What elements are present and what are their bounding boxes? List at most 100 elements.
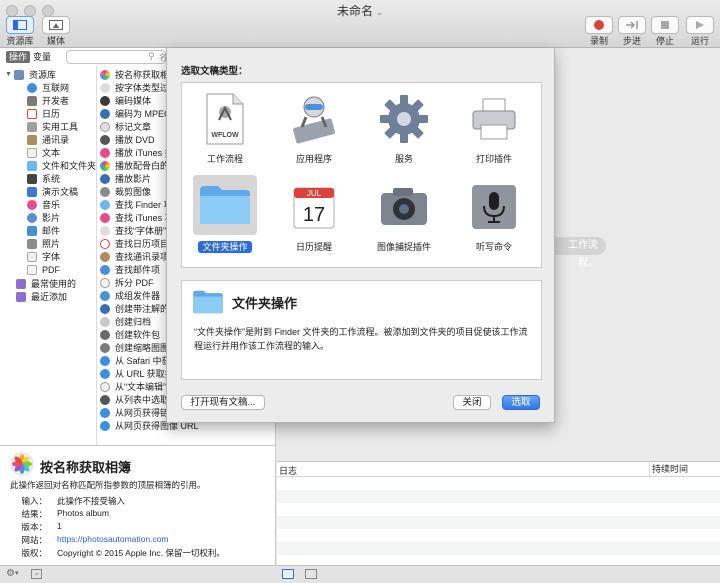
- action-description-text: 此操作返回对名称匹配所指参数的顶层相簿的引用。: [10, 480, 206, 490]
- category-item-utilities[interactable]: 实用工具: [27, 120, 78, 133]
- step-button[interactable]: [618, 16, 646, 34]
- close-button[interactable]: 关闭: [453, 395, 491, 410]
- stop-button[interactable]: [651, 16, 679, 34]
- dvd-icon: [100, 134, 110, 145]
- record-button[interactable]: [585, 16, 613, 34]
- type-folder-action[interactable]: 文件夹操作: [190, 175, 260, 263]
- system-icon: [27, 173, 37, 184]
- action-description-title: 按名称获取相簿: [40, 460, 132, 475]
- smart-group-recently-added[interactable]: 最近添加: [16, 290, 67, 303]
- category-item-pdf[interactable]: PDF: [27, 263, 60, 276]
- category-item-music[interactable]: 音乐: [27, 198, 60, 211]
- category-item-files-folders[interactable]: 文件和文件夹: [27, 159, 96, 172]
- library-root-item[interactable]: ▼ 资源库: [5, 68, 56, 81]
- type-workflow[interactable]: WFLOW 工作流程: [190, 87, 260, 175]
- library-toggle-label: 资源库: [6, 36, 34, 46]
- action-item[interactable]: 从列表中选取: [100, 393, 169, 406]
- crop-image-icon: [100, 186, 110, 197]
- category-item-presentations[interactable]: 演示文稿: [27, 185, 78, 198]
- log-column-header[interactable]: 日志: [279, 464, 297, 477]
- list-view-icon[interactable]: [282, 569, 294, 579]
- detail-title: 文件夹操作: [232, 296, 298, 311]
- action-item[interactable]: 创建归档: [100, 315, 151, 328]
- type-service[interactable]: 服务: [369, 87, 439, 175]
- split-view-icon[interactable]: [305, 569, 317, 579]
- chevron-down-icon[interactable]: ▾: [15, 569, 19, 577]
- category-item-text[interactable]: 文本: [27, 146, 60, 159]
- action-item[interactable]: 查找邮件项: [100, 263, 160, 276]
- stop-label: 停止: [655, 36, 674, 46]
- log-table: 日志 持续时间: [277, 461, 720, 565]
- category-item-fonts[interactable]: 字体: [27, 250, 60, 263]
- library-panel-icon: [13, 20, 27, 30]
- automator-robot-icon: [286, 91, 342, 147]
- category-item-movies[interactable]: 影片: [27, 211, 60, 224]
- action-item[interactable]: 查找“字体册”: [100, 224, 166, 237]
- music-icon: [27, 199, 37, 210]
- category-item-mail[interactable]: 邮件: [27, 224, 60, 237]
- category-item-system[interactable]: 系统: [27, 172, 60, 185]
- url-icon: [100, 407, 110, 418]
- url-icon: [100, 420, 110, 431]
- type-label: 工作流程: [206, 154, 243, 164]
- itunes-icon: [100, 147, 110, 158]
- category-item-photos[interactable]: 照片: [27, 237, 60, 250]
- type-application[interactable]: 应用程序: [279, 87, 349, 175]
- open-existing-button[interactable]: 打开现有文稿...: [181, 395, 265, 410]
- run-label: 运行: [690, 36, 709, 46]
- action-item[interactable]: 播放影片: [100, 172, 151, 185]
- action-item[interactable]: 成组发件器: [100, 289, 160, 302]
- movie-icon: [27, 212, 37, 223]
- search-icon: ⚲: [148, 51, 155, 61]
- run-button[interactable]: [686, 16, 714, 34]
- action-item[interactable]: 播放 DVD: [100, 133, 155, 146]
- action-item[interactable]: 查找 iTunes 项: [100, 211, 174, 224]
- duration-column-header[interactable]: 持续时间: [649, 462, 688, 477]
- automator-window: 未命名 ⌄ 资源库 媒体 录制 步进 停止 运行 操作 变量 ⚲ 名 ▼ 资源库…: [0, 0, 720, 583]
- action-item[interactable]: 拆分 PDF: [100, 276, 154, 289]
- action-item[interactable]: 从 URL 获取提: [100, 367, 174, 380]
- gear-icon[interactable]: ⚙: [6, 568, 15, 579]
- action-item[interactable]: 标记文章: [100, 120, 151, 133]
- library-segmented-control: 操作 变量: [6, 51, 54, 63]
- media-icon: [49, 20, 63, 30]
- type-dictation-command[interactable]: 听写命令: [459, 175, 529, 263]
- photos-icon: [27, 238, 37, 249]
- category-item-calendar[interactable]: 日历: [27, 107, 60, 120]
- workflow-drop-hint: 工作流程。: [549, 237, 606, 269]
- tab-actions[interactable]: 操作: [6, 51, 31, 63]
- library-search-input[interactable]: ⚲ 名: [66, 50, 167, 64]
- description-toggle-icon[interactable]: ⌄: [31, 569, 42, 579]
- action-item[interactable]: 播放 iTunes 播: [100, 146, 174, 159]
- action-item[interactable]: 裁剪图像: [100, 185, 151, 198]
- library-toggle-button[interactable]: [6, 16, 34, 34]
- mail-icon: [100, 290, 110, 301]
- gear-icon: [376, 91, 432, 147]
- choose-button[interactable]: 选取: [502, 395, 540, 410]
- action-item[interactable]: 编码媒体: [100, 94, 151, 107]
- quicktime-icon: [100, 108, 110, 119]
- textedit-icon: [100, 381, 110, 392]
- meta-row-input: 输入： 此操作不接受输入: [21, 496, 126, 506]
- type-calendar-alarm[interactable]: JUL 17 日历提醒: [279, 175, 349, 263]
- action-item[interactable]: 查找 Finder 项: [100, 198, 173, 211]
- smart-folder-icon: [16, 278, 26, 289]
- category-item-internet[interactable]: 互联网: [27, 81, 69, 94]
- smart-group-most-used[interactable]: 最常使用的: [16, 277, 76, 290]
- calendar-icon: JUL 17: [286, 179, 342, 235]
- media-button[interactable]: [42, 16, 70, 34]
- type-image-capture-plugin[interactable]: 图像捕捉插件: [369, 175, 439, 263]
- text-document-icon: [27, 147, 37, 158]
- tab-variables[interactable]: 变量: [30, 51, 54, 63]
- category-label: 通讯录: [42, 135, 70, 145]
- website-link[interactable]: https://photosautomation.com: [57, 534, 169, 546]
- category-item-contacts[interactable]: 通讯录: [27, 133, 69, 146]
- category-item-developer[interactable]: 开发者: [27, 94, 69, 107]
- action-item[interactable]: 从 Safari 中获: [100, 354, 171, 367]
- action-item[interactable]: 编码为 MPEG: [100, 107, 171, 120]
- action-item[interactable]: 创建软件包: [100, 328, 160, 341]
- action-item[interactable]: 从“文本编辑”: [100, 380, 166, 393]
- type-print-plugin[interactable]: 打印插件: [459, 87, 529, 175]
- category-label: 互联网: [42, 83, 70, 93]
- action-item[interactable]: 查找日历项目: [100, 237, 169, 250]
